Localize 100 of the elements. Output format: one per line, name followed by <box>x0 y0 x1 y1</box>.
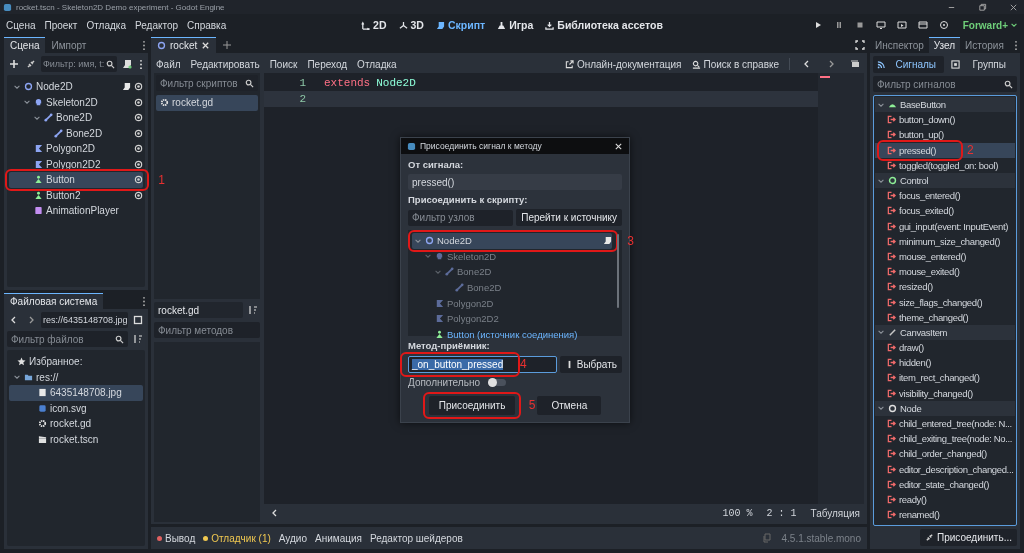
signal-item[interactable]: button_down() <box>875 112 1015 128</box>
close-icon[interactable] <box>1009 2 1018 12</box>
path-field[interactable]: res://6435148708.jpg <box>41 312 128 328</box>
file-tree-item[interactable]: icon.svg <box>9 400 143 416</box>
dock-tab[interactable]: Импорт <box>45 37 93 53</box>
signal-item[interactable]: theme_changed() <box>875 309 1015 325</box>
dialog-button[interactable]: Отмена <box>537 396 602 415</box>
signal-item[interactable]: child_order_changed() <box>875 446 1015 462</box>
signal-item[interactable]: child_entered_tree(node: N... <box>875 415 1015 432</box>
dock-tab[interactable]: История <box>960 37 1009 53</box>
signal-item[interactable]: pressed() 2 <box>875 142 1015 158</box>
signal-item[interactable]: focus_entered() <box>875 188 1015 204</box>
dock-tab[interactable]: Инспектор <box>870 37 929 53</box>
more-icon[interactable] <box>140 295 148 307</box>
signal-item[interactable]: visibility_changed() <box>875 385 1015 401</box>
subtab[interactable]: Сигналы <box>873 56 944 73</box>
dock-tab[interactable]: Файловая система <box>4 293 104 309</box>
signal-class-header[interactable]: Node <box>875 400 1015 416</box>
workspace-tab[interactable]: Скрипт <box>435 19 486 31</box>
favorites-item[interactable]: Избранное: <box>9 354 143 370</box>
scene-tree-item[interactable]: Bone2D <box>9 110 143 126</box>
signal-item[interactable]: ready() <box>875 491 1015 508</box>
script-list-item[interactable]: rocket.gd <box>156 95 258 111</box>
filter-field[interactable]: Фильтр файлов <box>7 331 128 347</box>
signal-class-header[interactable]: CanvasItem <box>875 324 1015 340</box>
signal-item[interactable]: hidden() <box>875 355 1015 371</box>
fullscreen-icon[interactable] <box>853 38 867 52</box>
more-icon[interactable] <box>137 58 145 70</box>
advanced-toggle[interactable] <box>488 379 506 386</box>
file-tree-item[interactable]: 6435148708.jpg <box>9 385 143 401</box>
connect-button[interactable]: Присоединить... <box>920 529 1017 546</box>
scene-tree-item[interactable]: Polygon2D2 <box>9 156 143 172</box>
bottom-panel-tab[interactable]: Редактор шейдеров <box>369 532 463 544</box>
menu-item[interactable]: Редактировать <box>190 58 260 70</box>
scrollbar[interactable] <box>617 234 619 308</box>
signal-item[interactable]: gui_input(event: InputEvent) <box>875 218 1015 234</box>
signal-item[interactable]: toggled(toggled_on: bool) <box>875 157 1015 173</box>
signal-class-header[interactable]: BaseButton <box>875 97 1015 113</box>
script-filter-field[interactable]: Фильтр скриптов <box>156 75 258 91</box>
signal-item[interactable]: item_rect_changed() <box>875 370 1015 386</box>
signal-item[interactable]: minimum_size_changed() <box>875 233 1015 249</box>
menu-item[interactable]: Отладка <box>86 19 126 31</box>
signal-item[interactable]: resized() <box>875 279 1015 295</box>
signal-class-header[interactable]: Control <box>875 172 1015 189</box>
scene-tree-item[interactable]: AnimationPlayer <box>9 203 143 219</box>
help-search-link[interactable]: Поиск в справке <box>691 58 779 70</box>
sort-icon[interactable] <box>131 332 145 346</box>
dock-tab[interactable]: Сцена <box>4 37 46 53</box>
file-tree-item[interactable]: rocket.gd <box>9 416 143 432</box>
menu-item[interactable]: Проект <box>44 19 78 31</box>
dock-tab[interactable]: Узел <box>928 37 961 53</box>
signal-item[interactable]: mouse_exited() <box>875 264 1015 280</box>
workspace-tab[interactable]: Библиотека ассетов <box>545 19 663 31</box>
restore-icon[interactable] <box>978 2 987 12</box>
menu-item[interactable]: Переход <box>307 58 348 70</box>
scene-tree-item[interactable]: Skeleton2D <box>9 94 143 110</box>
node-filter-field[interactable]: Фильтр узлов <box>408 209 514 226</box>
script-add-icon[interactable] <box>120 57 134 71</box>
docs-link[interactable]: Онлайн-документация <box>564 58 682 70</box>
workspace-tab[interactable]: 3D <box>398 19 424 31</box>
sort-icon[interactable] <box>246 303 260 317</box>
signal-item[interactable]: renamed() <box>875 507 1015 523</box>
indent-mode[interactable]: Табуляция <box>810 507 860 519</box>
renderer-dropdown[interactable]: Forward+ <box>962 19 1018 31</box>
bottom-panel-tab[interactable]: Отладчик (1) <box>203 532 271 544</box>
scene-tree-item[interactable]: Polygon2D <box>9 141 143 157</box>
zoom-level[interactable]: 100 % <box>722 507 753 519</box>
signal-item[interactable]: button_up() <box>875 127 1015 143</box>
bottom-panel-tab[interactable]: Анимация <box>315 532 362 544</box>
signal-item[interactable]: focus_exited() <box>875 203 1015 219</box>
go-to-source-button[interactable]: Перейти к источнику <box>516 209 622 226</box>
signal-item[interactable]: editor_description_changed... <box>875 461 1015 477</box>
add-icon[interactable] <box>7 57 21 71</box>
menu-item[interactable]: Справка <box>187 19 227 31</box>
signal-filter-field[interactable]: Фильтр сигналов <box>873 76 1017 92</box>
subtab[interactable]: Группы <box>946 56 1017 73</box>
workspace-tab[interactable]: 2D <box>361 19 387 31</box>
scene-tree-item[interactable]: Bone2D <box>9 125 143 141</box>
dialog-button[interactable]: Присоединить <box>428 396 516 415</box>
scene-tree-item[interactable]: Button2 <box>9 187 143 203</box>
signal-item[interactable]: size_flags_changed() <box>875 294 1015 310</box>
scene-tab[interactable]: rocket <box>151 37 217 53</box>
scene-tree-item[interactable]: Node2D <box>9 79 143 95</box>
file-tree-item[interactable]: rocket.tscn <box>9 431 143 447</box>
file-tree-item[interactable]: res:// <box>9 369 143 385</box>
method-filter-field[interactable]: Фильтр методов <box>154 322 260 338</box>
menu-item[interactable]: Поиск <box>269 58 298 70</box>
menu-item[interactable]: Редактор <box>134 19 178 31</box>
filter-field[interactable]: Фильтр: имя, t: <box>41 56 117 72</box>
more-icon[interactable] <box>1012 39 1020 51</box>
menu-item[interactable]: Файл <box>156 58 181 70</box>
menu-item[interactable]: Сцена <box>6 19 36 31</box>
signal-item[interactable]: mouse_entered() <box>875 248 1015 265</box>
signal-item[interactable]: draw() <box>875 340 1015 356</box>
signal-item[interactable]: editor_state_changed() <box>875 476 1015 492</box>
signal-item[interactable]: child_exiting_tree(node: No... <box>875 431 1015 447</box>
node-tree-item[interactable]: Button (источник соединения) <box>412 326 612 343</box>
bottom-panel-tab[interactable]: Вывод <box>157 532 196 544</box>
more-icon[interactable] <box>140 39 148 51</box>
menu-item[interactable]: Отладка <box>357 58 397 70</box>
